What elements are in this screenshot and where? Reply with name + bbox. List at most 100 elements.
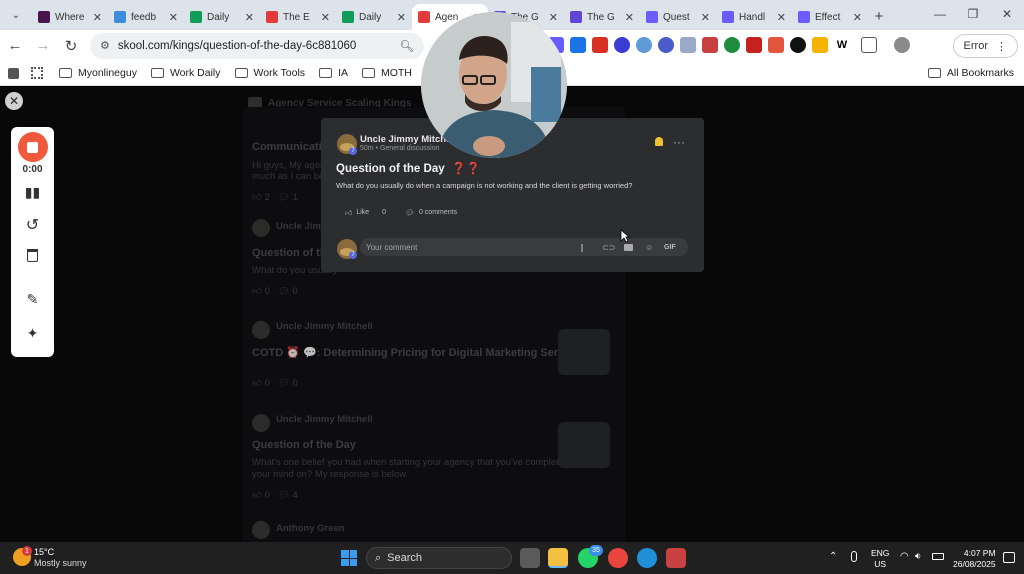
- tab-close-icon[interactable]: ✕: [93, 11, 102, 24]
- tab-close-icon[interactable]: ✕: [777, 11, 786, 24]
- browser-tab[interactable]: The E ✕: [260, 4, 336, 30]
- battery-icon[interactable]: [932, 553, 944, 560]
- tab-close-icon[interactable]: ✕: [701, 11, 710, 24]
- bookmark-folder[interactable]: Work Daily: [150, 67, 221, 79]
- comment-icon[interactable]: 💬︎: [405, 209, 414, 217]
- stop-recording-button[interactable]: [11, 132, 54, 162]
- skool-icon: [418, 11, 430, 23]
- tab-close-icon[interactable]: ✕: [397, 11, 406, 24]
- browser-tab[interactable]: Where ✕: [32, 4, 108, 30]
- extension-icon[interactable]: [636, 37, 652, 53]
- profile-avatar[interactable]: [894, 37, 910, 53]
- extension-icon[interactable]: [790, 37, 806, 53]
- gif-button[interactable]: GIF: [664, 244, 676, 251]
- chrome-icon[interactable]: [608, 548, 628, 568]
- language-indicator[interactable]: ENG US: [871, 548, 889, 570]
- new-tab-plus-icon[interactable]: +: [868, 5, 890, 27]
- extension-icon[interactable]: [658, 37, 674, 53]
- back-arrow-icon[interactable]: ←: [2, 33, 28, 59]
- tab-label: feedb: [131, 11, 157, 23]
- app-icon[interactable]: [666, 548, 686, 568]
- emoji-icon[interactable]: ☺: [645, 243, 653, 252]
- tab-close-icon[interactable]: ✕: [245, 11, 254, 24]
- extension-icon[interactable]: [680, 37, 696, 53]
- extension-icon[interactable]: [724, 37, 740, 53]
- all-bookmarks-label: All Bookmarks: [946, 67, 1014, 79]
- tab-close-icon[interactable]: ✕: [169, 11, 178, 24]
- search-label: Search: [387, 552, 423, 564]
- weather-condition[interactable]: Mostly sunny: [34, 558, 87, 568]
- file-explorer-icon[interactable]: [548, 548, 568, 568]
- link-icon[interactable]: ⊂⊃: [602, 243, 615, 252]
- attachment-icon[interactable]: ∥: [580, 243, 584, 252]
- browser-tab[interactable]: Daily ✕: [184, 4, 260, 30]
- error-button[interactable]: Error ⋮: [952, 34, 1018, 58]
- microphone-icon[interactable]: [851, 551, 857, 562]
- notifications-icon[interactable]: [1003, 552, 1015, 563]
- browser-tab[interactable]: Effect ✕: [792, 4, 868, 30]
- system-clock[interactable]: 4:07 PM 26/08/2025: [953, 548, 996, 570]
- comment-input[interactable]: Your comment ∥ ⊂⊃ ☺ GIF: [360, 238, 688, 256]
- restore-icon[interactable]: ❐: [958, 4, 988, 24]
- browser-tab[interactable]: feedb ✕: [108, 4, 184, 30]
- bookmark-folder[interactable]: MOTH: [361, 67, 412, 79]
- reload-icon[interactable]: ↻: [58, 33, 84, 59]
- window-close-icon[interactable]: ✕: [992, 4, 1022, 24]
- browser-tab[interactable]: Quest ✕: [640, 4, 716, 30]
- browser-tab[interactable]: Handl ✕: [716, 4, 792, 30]
- extension-w-icon[interactable]: W: [834, 37, 850, 53]
- recorder-close-icon[interactable]: ✕: [5, 92, 23, 110]
- apps-grid-icon[interactable]: [31, 67, 43, 79]
- taskbar-search[interactable]: ⌕ Search: [366, 547, 512, 569]
- bell-icon[interactable]: [655, 137, 663, 146]
- extensions-puzzle-icon[interactable]: [861, 37, 877, 53]
- extension-icon[interactable]: [812, 37, 828, 53]
- tray-overflow-icon[interactable]: ⌃: [829, 551, 837, 562]
- pause-icon[interactable]: ▮▮: [11, 184, 54, 201]
- webcam-bubble[interactable]: [421, 12, 567, 158]
- forward-arrow-icon[interactable]: →: [30, 33, 56, 59]
- extension-icon[interactable]: [570, 37, 586, 53]
- bookmark-folder[interactable]: Myonlineguy: [59, 67, 137, 79]
- menu-dots-icon[interactable]: ⋮: [996, 40, 1007, 53]
- thumbs-up-icon[interactable]: 👍︎: [345, 208, 352, 217]
- tab-close-icon[interactable]: ✕: [853, 11, 862, 24]
- doc-icon: [570, 11, 582, 23]
- comments-count[interactable]: 0 comments: [419, 209, 457, 216]
- zoom-search-icon[interactable]: 🔍︎: [399, 39, 414, 53]
- restart-icon[interactable]: ↺: [11, 215, 54, 235]
- browser-tab[interactable]: The G ✕: [564, 4, 640, 30]
- edge-icon[interactable]: [637, 548, 657, 568]
- language-code: ENG: [871, 548, 890, 558]
- delete-icon[interactable]: [11, 249, 54, 262]
- extension-icon[interactable]: [746, 37, 762, 53]
- bookmark-folder[interactable]: IA: [319, 67, 348, 79]
- tab-close-icon[interactable]: ✕: [321, 11, 330, 24]
- video-icon[interactable]: [624, 243, 633, 251]
- recording-timer: 0:00: [22, 164, 43, 175]
- extension-icon[interactable]: [592, 37, 608, 53]
- extension-icon[interactable]: [702, 37, 718, 53]
- slack-icon: [38, 11, 50, 23]
- speaker-icon[interactable]: 🔉︎: [915, 551, 921, 562]
- tab-groups-icon[interactable]: [8, 67, 19, 79]
- tab-close-icon[interactable]: ✕: [549, 11, 558, 24]
- task-view-icon[interactable]: [520, 548, 540, 568]
- weather-temperature[interactable]: 15°C: [34, 547, 54, 557]
- tab-close-icon[interactable]: ✕: [625, 11, 634, 24]
- bookmark-folder[interactable]: Work Tools: [234, 67, 305, 79]
- more-options-icon[interactable]: ···: [673, 135, 685, 149]
- like-button[interactable]: Like: [356, 209, 369, 216]
- all-bookmarks[interactable]: All Bookmarks: [927, 67, 1014, 79]
- annotate-pencil-icon[interactable]: ✎: [11, 291, 54, 308]
- wifi-icon[interactable]: ◠: [900, 551, 909, 562]
- address-bar[interactable]: ⚙ skool.com/kings/question-of-the-day-6c…: [90, 32, 424, 59]
- effects-icon[interactable]: ✦: [11, 325, 54, 342]
- extension-icon[interactable]: [768, 37, 784, 53]
- tab-search-chevron-icon[interactable]: ⌄: [4, 3, 28, 27]
- minimize-icon[interactable]: —: [925, 4, 955, 24]
- site-settings-icon[interactable]: ⚙: [100, 39, 110, 52]
- browser-tab[interactable]: Daily ✕: [336, 4, 412, 30]
- extension-icon[interactable]: [614, 37, 630, 53]
- windows-start-icon[interactable]: [341, 550, 357, 566]
